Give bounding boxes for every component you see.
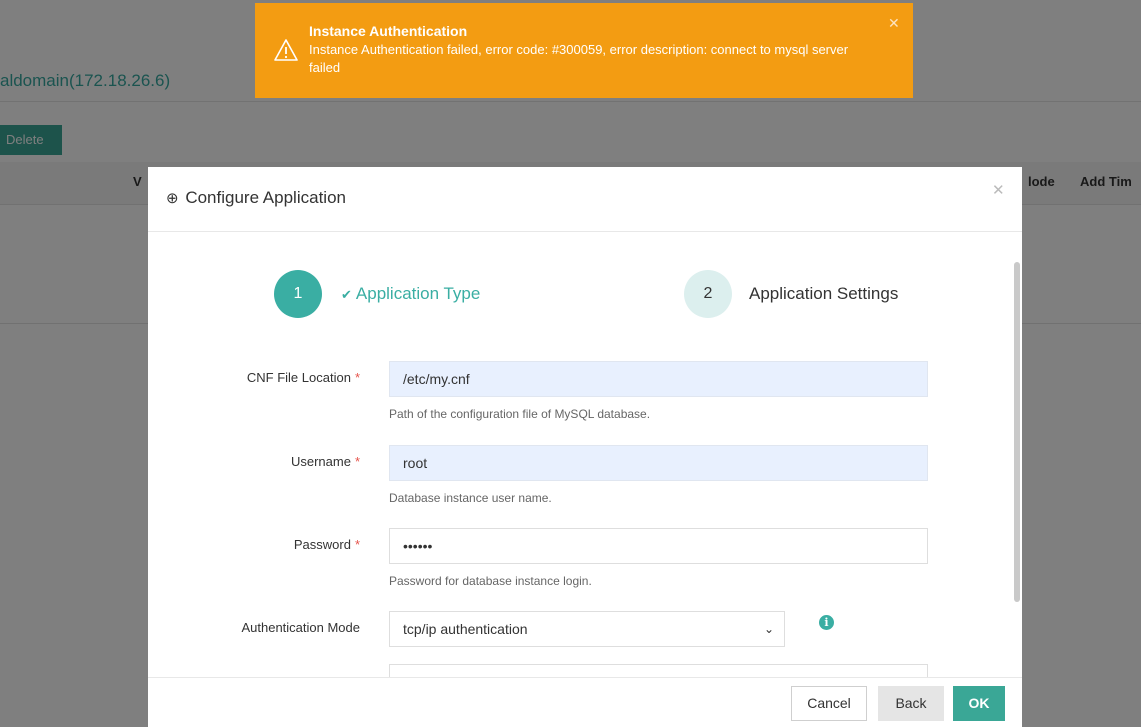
step-2-label: Application Settings [749,284,899,303]
toast-close-icon[interactable]: ✕ [888,15,900,32]
username-input[interactable]: root [389,445,928,481]
cnf-file-location-input[interactable]: /etc/my.cnf [389,361,928,397]
configure-application-dialog: ⊕ Configure Application ✕ 1 ✔ Application… [148,167,1022,727]
ok-button[interactable]: OK [953,686,1005,721]
cnf-file-location-label: CNF File Location * [148,370,360,385]
info-icon[interactable]: i [819,615,834,630]
modal-body: 1 ✔ Application Type 2 Application Settin… [148,232,1022,677]
required-mark: * [354,454,360,469]
modal-footer: Cancel Back OK [148,677,1022,727]
scrollbar[interactable] [1014,262,1020,602]
cancel-button[interactable]: Cancel [791,686,867,721]
username-label-text: Username [290,454,351,469]
warning-icon [274,39,298,61]
password-input[interactable]: •••••• [389,528,928,564]
toast-title: Instance Authentication [309,23,468,39]
modal-title-text: Configure Application [185,188,346,207]
step-1-circle: 1 [274,270,322,318]
partial-input-field[interactable] [389,664,928,677]
plus-circle-icon: ⊕ [166,190,179,207]
close-icon[interactable]: ✕ [992,181,1005,199]
back-button[interactable]: Back [878,686,944,721]
error-toast: Instance Authentication Instance Authent… [255,3,913,98]
toast-message: Instance Authentication failed, error co… [309,42,849,75]
username-label: Username * [148,454,360,469]
check-icon: ✔ [341,287,352,302]
authentication-mode-value: tcp/ip authentication [403,621,528,637]
chevron-down-icon: ⌄ [763,622,774,636]
password-hint: Password for database instance login. [389,574,592,588]
modal-header: ⊕ Configure Application ✕ [148,167,1022,232]
password-label-text: Password [293,537,351,552]
required-mark: * [354,370,360,385]
step-1-text: Application Type [355,284,481,303]
step-2-circle: 2 [684,270,732,318]
username-hint: Database instance user name. [389,491,552,505]
cnf-label-text: CNF File Location [246,370,351,385]
step-1-label[interactable]: ✔ Application Type [341,284,480,304]
cnf-file-location-hint: Path of the configuration file of MySQL … [389,407,651,421]
required-mark: * [354,537,360,552]
authentication-mode-select[interactable]: tcp/ip authentication ⌄ [389,611,785,647]
modal-title: ⊕ Configure Application [166,188,346,208]
password-label: Password * [148,537,360,552]
authentication-mode-label: Authentication Mode [241,620,360,635]
